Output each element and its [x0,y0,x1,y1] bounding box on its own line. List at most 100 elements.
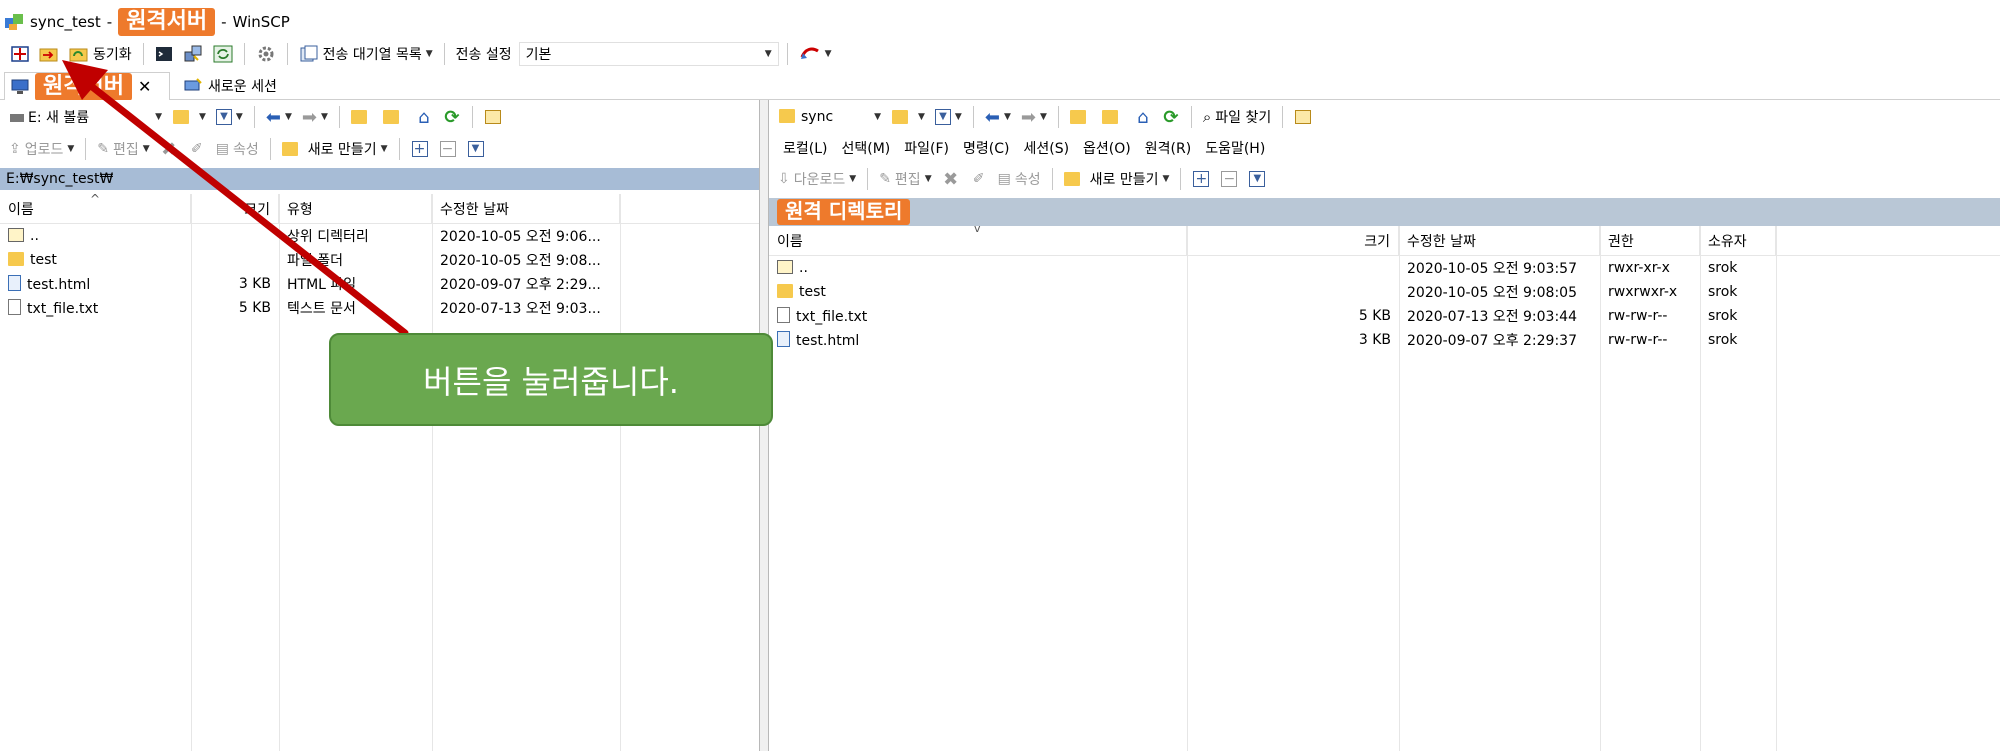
menu-local[interactable]: 로컬(L) [783,138,827,158]
remote-parent-dir-button[interactable] [1067,105,1095,129]
remote-select-all-button[interactable]: + [1189,167,1213,191]
open-terminal-button[interactable] [152,42,176,66]
remote-rename-button[interactable]: ✐ [967,167,991,191]
refresh-session-button[interactable] [210,42,236,66]
local-drive-select[interactable]: E: 새 볼륨 ▼ [6,105,166,129]
local-open-folder-button[interactable]: ▼ [170,105,209,129]
table-row[interactable]: txt_file.txt 5 KB 텍스트 문서 2020-07-13 오전 9… [0,296,759,320]
tab-current-session[interactable]: 원격서버 ✕ [4,72,170,101]
col-rights-header[interactable]: 권한 [1600,226,1700,255]
local-panel-button[interactable] [8,42,32,66]
local-filter-select-button[interactable]: ▼ [464,137,488,161]
remote-path-select[interactable]: sync ▼ [775,105,885,129]
remote-refresh-button[interactable]: ⟳ [1159,105,1183,129]
parent-folder-icon [1069,110,1086,124]
parent-dir-icon [8,228,24,242]
file-modified: 2020-10-05 오전 9:03:57 [1407,261,1577,277]
col-name-header[interactable]: 이름 v [769,222,1187,255]
local-forward-button[interactable]: ➡ ▼ [299,105,331,129]
local-refresh-button[interactable]: ⟳ [440,105,464,129]
col-size-header[interactable]: 크기 [1187,226,1399,255]
column-divider [1600,226,1601,751]
remote-open-folder-button[interactable]: ▼ [889,105,928,129]
remote-properties-button[interactable]: ▤ 속성 [995,167,1044,191]
menu-mark[interactable]: 선택(M) [841,138,890,158]
remote-forward-button[interactable]: ➡ ▼ [1018,105,1050,129]
local-new-button[interactable]: 새로 만들기 ▼ [279,137,391,161]
filter-icon: ▼ [215,109,232,125]
toolbar-separator [1057,106,1059,128]
download-label: 다운로드 [793,172,846,188]
chevron-down-icon: ▼ [824,49,832,59]
download-button[interactable]: ⇩ 다운로드 ▼ [775,167,859,191]
tab-new-session[interactable]: 새로운 세션 [178,72,283,100]
local-unselect-button[interactable]: − [436,137,460,161]
menu-files[interactable]: 파일(F) [904,138,949,158]
reconnect-button[interactable]: ▼ [796,42,835,66]
remote-new-button[interactable]: 새로 만들기 ▼ [1061,167,1173,191]
local-select-all-button[interactable]: + [408,137,432,161]
menu-session[interactable]: 세션(S) [1023,138,1069,158]
menu-help[interactable]: 도움말(H) [1205,138,1265,158]
local-tree-button[interactable] [481,105,505,129]
folder-icon [8,252,24,266]
local-rename-button[interactable]: ✐ [185,137,209,161]
local-home-button[interactable]: ⌂ [412,105,436,129]
upload-button[interactable]: ⇪ 업로드 ▼ [6,137,77,161]
table-row[interactable]: test 2020-10-05 오전 9:08:05 rwxrwxr-x sro… [769,280,2000,304]
local-parent-dir-button[interactable] [348,105,376,129]
col-size-header[interactable]: 크기 [191,194,279,223]
col-owner-header[interactable]: 소유자 [1700,226,1776,255]
remote-filter-button[interactable]: ▼ ▼ [932,105,965,129]
close-icon[interactable]: ✕ [138,77,151,96]
local-properties-button[interactable]: ▤ 속성 [213,137,262,161]
table-row[interactable]: test.html 3 KB 2020-09-07 오후 2:29:37 rw-… [769,328,2000,352]
local-filter-button[interactable]: ▼ ▼ [213,105,246,129]
col-modified-header[interactable]: 수정한 날짜 [432,194,620,223]
menu-remote[interactable]: 원격(R) [1145,138,1191,158]
toolbar-separator [1282,106,1284,128]
local-root-dir-button[interactable] [380,105,408,129]
putty-button[interactable] [180,42,206,66]
remote-path-bar[interactable]: 원격 디렉토리 [769,198,2000,226]
remote-path-value: sync [801,109,834,125]
html-file-icon [777,331,790,347]
local-path-bar[interactable]: E:₩sync_test₩ [0,168,759,190]
remote-back-button[interactable]: ⬅ ▼ [982,105,1014,129]
remote-edit-button[interactable]: ✎ 편집 ▼ [876,167,934,191]
table-row[interactable]: .. 2020-10-05 오전 9:03:57 rwxr-xr-x srok [769,256,2000,280]
remote-filter-select-button[interactable]: ▼ [1245,167,1269,191]
file-type: 상위 디렉터리 [287,229,369,245]
col-modified-header[interactable]: 수정한 날짜 [1399,226,1600,255]
upload-label: 업로드 [24,142,64,158]
col-type-header[interactable]: 유형 [279,194,432,223]
remote-tree-button[interactable] [1291,105,1315,129]
remote-delete-button[interactable]: ✖ [939,167,963,191]
preferences-button[interactable] [253,42,279,66]
chevron-down-icon: ▼ [849,174,857,184]
table-row[interactable]: test 파일 폴더 2020-10-05 오전 9:08... [0,248,759,272]
col-name-header[interactable]: 이름 ^ [0,192,191,223]
root-folder-icon [1101,110,1118,124]
find-files-button[interactable]: ⌕ 파일 찾기 [1200,105,1274,129]
transfer-settings-select[interactable]: 기본 ▼ [518,42,779,66]
file-rights: rw-rw-r-- [1608,308,1668,324]
table-row[interactable]: .. 상위 디렉터리 2020-10-05 오전 9:06... [0,224,759,248]
column-divider [1399,226,1400,751]
local-delete-button[interactable]: ✖ [157,137,181,161]
queue-list-button[interactable]: 전송 대기열 목록 ▼ [296,42,436,66]
menu-options[interactable]: 옵션(O) [1083,138,1131,158]
remote-unselect-button[interactable]: − [1217,167,1241,191]
synchronize-browsing-button[interactable] [36,42,62,66]
local-back-button[interactable]: ⬅ ▼ [263,105,295,129]
menu-commands[interactable]: 명령(C) [963,138,1009,158]
html-file-icon [8,275,21,291]
table-row[interactable]: txt_file.txt 5 KB 2020-07-13 오전 9:03:44 … [769,304,2000,328]
remote-home-button[interactable]: ⌂ [1131,105,1155,129]
synchronize-button[interactable]: 동기화 [66,42,135,66]
download-icon: ⇩ [778,171,790,187]
chevron-down-icon: ▼ [1162,174,1170,184]
table-row[interactable]: test.html 3 KB HTML 파일 2020-09-07 오후 2:2… [0,272,759,296]
local-edit-button[interactable]: ✎ 편집 ▼ [94,137,152,161]
remote-root-dir-button[interactable] [1099,105,1127,129]
